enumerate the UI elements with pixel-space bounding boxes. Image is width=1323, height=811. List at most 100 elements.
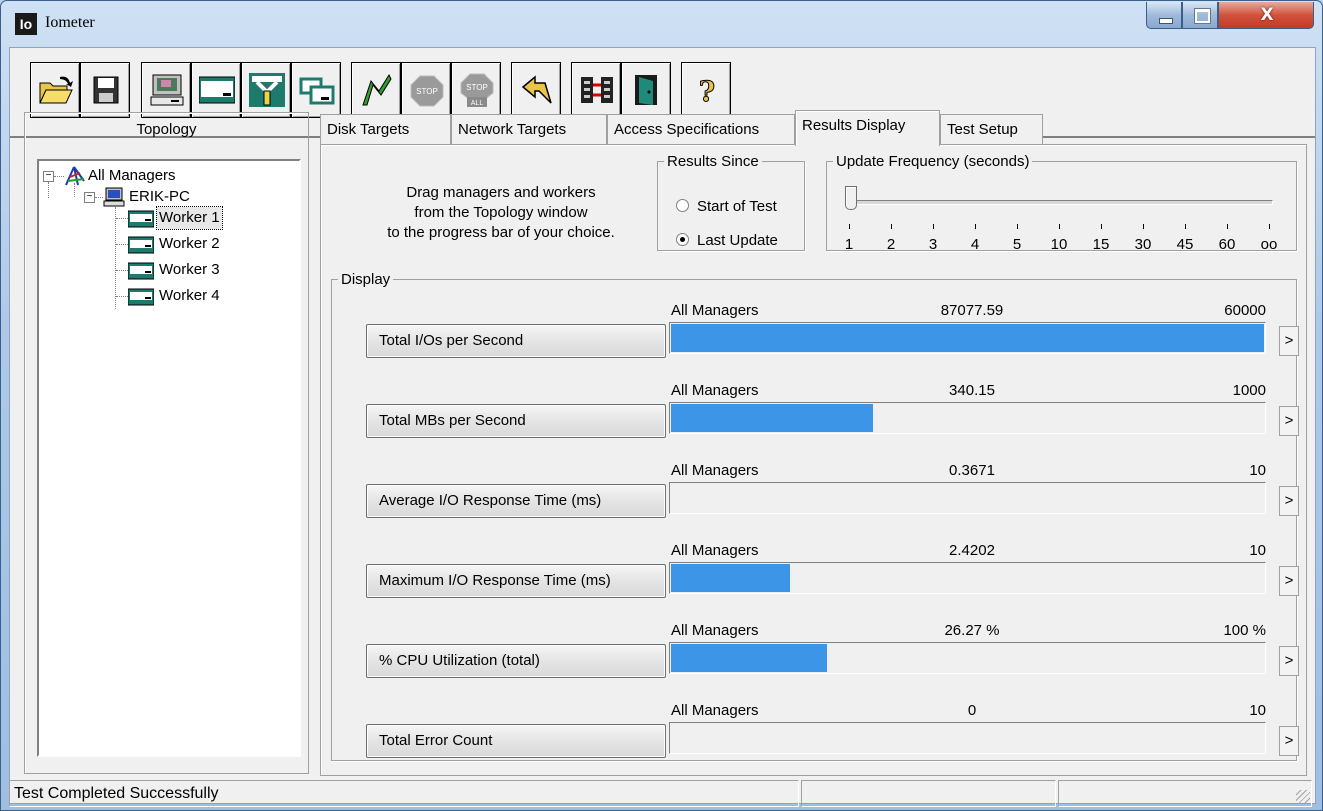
- radio-start-of-test-label: Start of Test: [697, 198, 777, 215]
- start-test-button[interactable]: [351, 62, 401, 118]
- progress-bar[interactable]: [669, 322, 1266, 354]
- status-bar: Test Completed Successfully: [9, 780, 1314, 808]
- progress-bar-fill: [671, 644, 827, 672]
- worker-disk-icon: [128, 262, 154, 280]
- progress-bar[interactable]: [669, 722, 1266, 754]
- tree-node-all-managers[interactable]: All Managers: [88, 165, 176, 187]
- close-button[interactable]: X: [1218, 2, 1314, 29]
- metric-button[interactable]: % CPU Utilization (total): [366, 644, 666, 678]
- bar-range-button[interactable]: >: [1279, 646, 1299, 676]
- drag-hint-line-2: from the Topology window: [414, 204, 588, 221]
- stop-all-icon-text: STOP: [466, 83, 488, 92]
- tab-access-specifications[interactable]: Access Specifications: [607, 114, 795, 144]
- tree-node-worker[interactable]: Worker 1: [156, 206, 223, 230]
- open-button[interactable]: [30, 62, 80, 118]
- metric-button[interactable]: Total I/Os per Second: [366, 324, 666, 358]
- slider-tick: [933, 224, 934, 229]
- duplicate-worker-button[interactable]: [291, 62, 341, 118]
- tab-disk-targets[interactable]: Disk Targets: [320, 114, 451, 144]
- update-frequency-thumb[interactable]: [845, 186, 857, 210]
- disconnect-button[interactable]: [571, 62, 621, 118]
- update-frequency-legend: Update Frequency (seconds): [836, 153, 1030, 170]
- radio-last-update[interactable]: Last Update: [676, 232, 778, 249]
- tree-node-manager[interactable]: ERIK-PC: [129, 186, 190, 208]
- new-network-worker-button[interactable]: [241, 62, 291, 118]
- tree-connector: [116, 270, 128, 271]
- bar-range-button[interactable]: >: [1279, 486, 1299, 516]
- tree-connector: [116, 296, 128, 297]
- minimize-icon: [1159, 18, 1173, 24]
- save-button[interactable]: [80, 62, 130, 118]
- title-bar[interactable]: Io Iometer X: [1, 1, 1322, 47]
- start-test-icon: [362, 73, 392, 106]
- bar-max-value: 10: [1249, 462, 1266, 479]
- open-icon: [39, 76, 73, 104]
- metric-button[interactable]: Total Error Count: [366, 724, 666, 758]
- topology-tree[interactable]: − All Managers − ERIK-PC Worker 1 Worker …: [37, 159, 301, 757]
- slider-tick: [1017, 224, 1018, 229]
- new-network-worker-icon: [249, 73, 285, 107]
- iometer-app-icon: Io: [15, 13, 37, 35]
- bar-range-button[interactable]: >: [1279, 406, 1299, 436]
- close-icon: X: [1260, 5, 1274, 25]
- slider-tick-label: 10: [1050, 236, 1068, 253]
- metric-button[interactable]: Maximum I/O Response Time (ms): [366, 564, 666, 598]
- maximize-icon: [1195, 9, 1210, 23]
- tree-node-worker[interactable]: Worker 4: [157, 285, 222, 307]
- slider-tick: [1101, 224, 1102, 229]
- resize-grip[interactable]: [1296, 790, 1310, 804]
- update-frequency-track[interactable]: [849, 200, 1273, 205]
- slider-tick-label: 15: [1092, 236, 1110, 253]
- exit-button[interactable]: [621, 62, 671, 118]
- slider-tick-label: 60: [1218, 236, 1236, 253]
- status-pane-2: [801, 780, 1056, 807]
- results-display-panel: Drag managers and workers from the Topol…: [320, 144, 1307, 776]
- reset-workers-button[interactable]: [511, 62, 561, 118]
- status-pane-3: [1058, 780, 1312, 807]
- slider-tick: [1059, 224, 1060, 229]
- metric-button[interactable]: Total MBs per Second: [366, 404, 666, 438]
- duplicate-worker-icon: [299, 77, 335, 105]
- stop-button[interactable]: STOP: [401, 62, 451, 118]
- worker-disk-icon: [128, 288, 154, 306]
- bar-max-value: 10: [1249, 702, 1266, 719]
- bar-current-value: 26.27 %: [944, 622, 1000, 639]
- bar-current-value: 2.4202: [949, 542, 995, 559]
- progress-bar[interactable]: [669, 482, 1266, 514]
- update-frequency-group: Update Frequency (seconds) 1 2 3 4 5 10 15 30 45…: [826, 153, 1297, 253]
- progress-bar[interactable]: [669, 402, 1266, 434]
- bar-max-value: 1000: [1232, 382, 1266, 399]
- slider-tick: [1143, 224, 1144, 229]
- bar-range-button[interactable]: >: [1279, 726, 1299, 756]
- bar-range-button[interactable]: >: [1279, 566, 1299, 596]
- radio-last-update-indicator[interactable]: [676, 233, 689, 246]
- stop-all-button[interactable]: STOP ALL: [451, 62, 501, 118]
- progress-bar[interactable]: [669, 642, 1266, 674]
- radio-start-of-test[interactable]: Start of Test: [676, 198, 777, 215]
- new-manager-button[interactable]: [141, 62, 191, 118]
- tab-results-display[interactable]: Results Display: [795, 110, 940, 146]
- bar-range-button[interactable]: >: [1279, 326, 1299, 356]
- help-icon: ?: [698, 75, 715, 108]
- collapse-all-managers-toggle[interactable]: −: [43, 171, 54, 182]
- tab-test-setup[interactable]: Test Setup: [940, 114, 1043, 144]
- progress-bar[interactable]: [669, 562, 1266, 594]
- bar-source-label: All Managers: [671, 302, 759, 319]
- bar-max-value: 100 %: [1223, 622, 1266, 639]
- help-button[interactable]: ?: [681, 62, 731, 118]
- maximize-button[interactable]: [1182, 2, 1218, 29]
- tree-node-worker[interactable]: Worker 2: [157, 233, 222, 255]
- radio-start-of-test-indicator[interactable]: [676, 199, 689, 212]
- manager-computer-icon: [103, 187, 125, 207]
- new-disk-worker-button[interactable]: [191, 62, 241, 118]
- slider-tick-label: 45: [1176, 236, 1194, 253]
- tree-node-worker[interactable]: Worker 3: [157, 259, 222, 281]
- drag-hint-line-3: to the progress bar of your choice.: [387, 224, 615, 241]
- tab-network-targets[interactable]: Network Targets: [451, 114, 607, 144]
- minimize-button[interactable]: [1146, 2, 1182, 29]
- metric-button[interactable]: Average I/O Response Time (ms): [366, 484, 666, 518]
- topology-title: Topology: [136, 121, 197, 138]
- collapse-manager-toggle[interactable]: −: [84, 192, 95, 203]
- slider-tick-label: 1: [844, 236, 854, 253]
- bar-current-value: 87077.59: [940, 302, 1004, 319]
